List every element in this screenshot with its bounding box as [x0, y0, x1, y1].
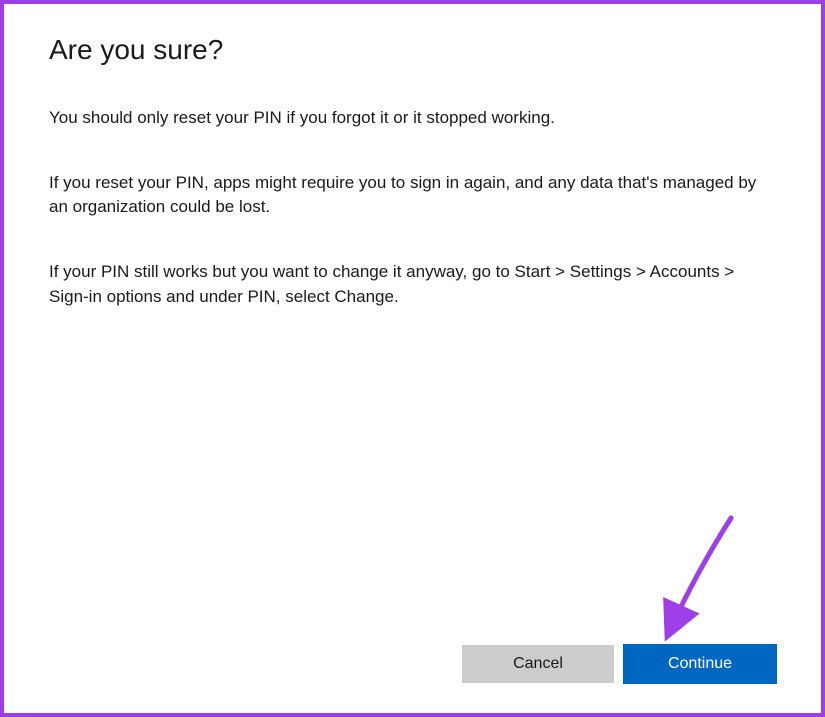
- dialog-paragraph-2: If you reset your PIN, apps might requir…: [49, 171, 776, 220]
- cancel-button[interactable]: Cancel: [462, 645, 614, 683]
- dialog-content: Are you sure? You should only reset your…: [4, 4, 821, 309]
- continue-button[interactable]: Continue: [624, 645, 776, 683]
- button-bar: Cancel Continue: [462, 645, 776, 683]
- dialog-paragraph-1: You should only reset your PIN if you fo…: [49, 106, 776, 131]
- annotation-arrow-icon: [646, 513, 746, 643]
- dialog-paragraph-3: If your PIN still works but you want to …: [49, 260, 776, 309]
- dialog-title: Are you sure?: [49, 34, 776, 66]
